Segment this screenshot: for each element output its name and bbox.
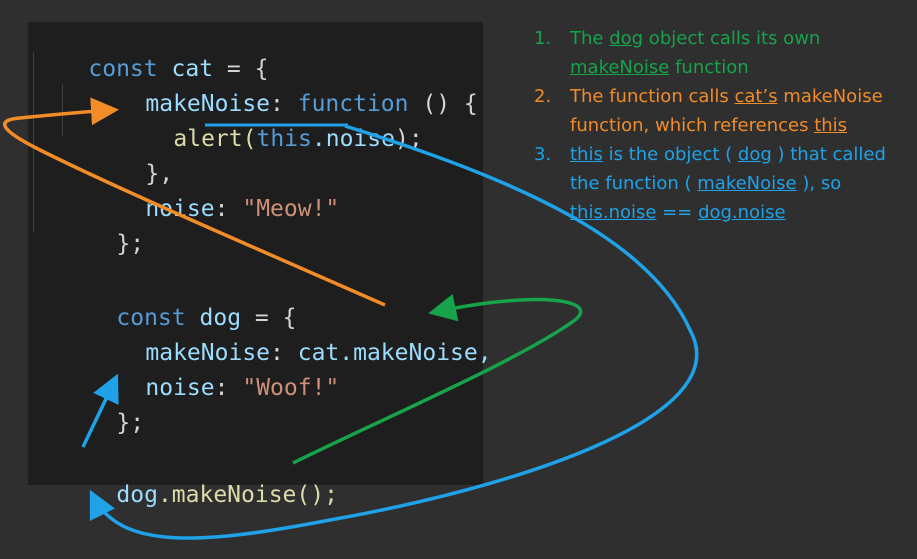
orange-arrow-method-to-cat xyxy=(3,97,386,307)
green-arrow-call-to-method xyxy=(292,293,583,465)
blue-arrow-this-to-caller xyxy=(89,124,699,540)
flow-arrows xyxy=(3,97,699,540)
blue-arrow-dog-reference xyxy=(81,373,119,448)
